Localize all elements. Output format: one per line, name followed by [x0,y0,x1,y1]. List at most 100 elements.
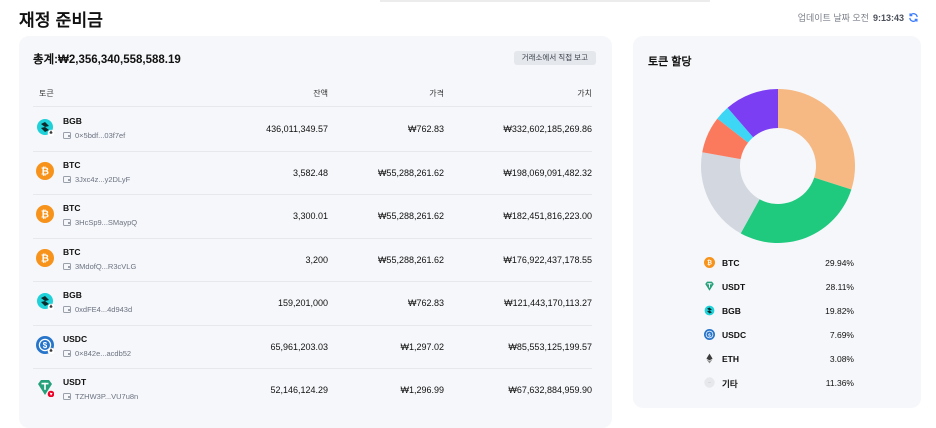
wallet-address-text: 0xdFE4...4d943d [75,305,133,314]
other-icon: ··· [704,377,715,388]
btc-icon: ₿ [36,205,54,223]
legend-item: ··· 기타 11.36% [704,374,854,398]
allocation-card: 토큰 할당 ₿ BTC 29.94% USDT 28.11% BGB 19.82% $ USDC… [633,36,921,408]
btc-icon: ₿ [36,248,54,267]
token-balance: 65,961,203.03 [270,341,328,352]
bgb-icon [37,293,54,310]
token-price: ₩1,296.99 [400,385,444,395]
svg-text:₿: ₿ [41,165,49,177]
wallet-address[interactable]: TZHW3P...VU7u8n [63,392,138,401]
table-row: BGB 0×5bdf...03f7ef 436,011,349.57 ₩762.83 ₩… [33,108,592,152]
token-value: ₩182,451,816,223.00 [503,211,592,221]
updated-label: 업데이트 날짜 오전 [797,13,869,23]
updated-time: 9:13:43 [872,12,904,23]
token-symbol: BGB [63,116,82,126]
col-price: 가격 [429,89,444,98]
usdt-icon [705,281,714,291]
token-price: ₩55,288,261.62 [377,254,444,265]
token-balance: 3,300.01 [292,211,328,221]
legend-token-pct: 29.94% [825,258,854,268]
allocation-donut-chart [701,89,855,243]
token-price: ₩1,297.02 [400,341,444,352]
wallet-address[interactable]: 3MdofQ...R3cVLG [63,262,136,271]
wallet-address-text: 3MdofQ...R3cVLG [75,261,137,271]
eth-icon [706,353,713,364]
wallet-icon [63,132,71,139]
token-value: ₩85,553,125,199.57 [508,341,592,352]
legend-token-pct: 3.08% [829,354,854,364]
donut-slice-usdt[interactable] [740,177,852,243]
token-symbol: BTC [63,246,81,257]
usdt-icon [38,380,54,397]
bgb-icon [37,119,54,136]
legend-item: ₿ BTC 29.94% [704,254,854,278]
table-row: ₿ BTC 3MdofQ...R3cVLG 3,200 ₩55,288,261.62 ₩1… [33,239,592,282]
token-balance: 3,200 [305,254,328,265]
legend-token-pct: 7.69% [829,330,854,340]
token-value: ₩176,922,437,178.55 [503,254,592,265]
wallet-icon [63,219,71,226]
svg-text:···: ··· [708,381,712,385]
reserves-table-body: BGB 0×5bdf...03f7ef 436,011,349.57 ₩762.83 ₩… [33,108,592,413]
wallet-address-text: 3HcSp9...SMaypQ [75,218,138,227]
wallet-icon [63,262,71,270]
page-title: 재정 준비금 [19,11,104,30]
wallet-address[interactable]: 3HcSp9...SMaypQ [63,218,137,227]
legend-item: ETH 3.08% [704,350,854,374]
wallet-address-text: 0×5bdf...03f7ef [75,131,126,140]
wallet-address-text: 0×842e...acdb52 [75,348,132,358]
legend-token-pct: 28.11% [825,282,854,292]
allocation-title: 토큰 할당 [648,56,692,68]
table-row: USDT TZHW3P...VU7u8n 52,146,124.29 ₩1,296.9… [33,369,592,413]
svg-text:₿: ₿ [41,209,49,221]
token-price: ₩762.83 [407,124,444,134]
legend-token-pct: 11.36% [825,378,854,388]
usdc-icon: $ [704,329,715,340]
token-price: ₩55,288,261.62 [377,211,444,221]
legend-token-name: USDT [722,282,746,292]
donut-slice-btc[interactable] [778,89,855,190]
refresh-icon[interactable] [908,12,919,23]
legend-token-name: BGB [722,306,741,316]
token-value: ₩332,602,185,269.86 [503,124,592,134]
total-reserves: 총계:₩2,356,340,558,588.19 [33,51,181,67]
legend-item: USDT 28.11% [704,278,854,302]
svg-text:$: $ [43,341,48,350]
table-header: 토큰 잔액 가격 가치 [33,79,592,107]
token-value: ₩121,443,170,113.27 [504,298,592,308]
reserves-card: 총계:₩2,356,340,558,588.19 거래소에서 직접 보고 토큰 … [19,36,612,428]
legend-token-name: BTC [722,258,740,268]
svg-text:$: $ [708,332,711,338]
table-row: ₿ BTC 3Jxc4z...y2DLyF 3,582.48 ₩55,288,261.6… [33,152,592,195]
wallet-address[interactable]: 0×842e...acdb52 [63,349,131,358]
token-balance: 3,582.48 [292,167,328,178]
token-balance: 159,201,000 [277,298,328,308]
table-row: $ USDC 0×842e...acdb52 65,961,203.03 ₩1,297.… [33,326,592,369]
legend-token-name: ETH [722,354,739,364]
allocation-legend: ₿ BTC 29.94% USDT 28.11% BGB 19.82% $ USDC 7.69% E… [704,254,854,398]
token-symbol: USDT [63,377,87,387]
table-row: BGB 0xdFE4...4d943d 159,201,000 ₩762.83 ₩121… [33,282,592,326]
wallet-address[interactable]: 0×5bdf...03f7ef [63,131,125,140]
view-on-exchange-button[interactable]: 거래소에서 직접 보고 [513,51,596,65]
token-balance: 436,011,349.57 [266,124,328,134]
token-price: ₩55,288,261.62 [377,167,444,178]
legend-token-name: USDC [722,330,747,340]
wallet-address[interactable]: 3Jxc4z...y2DLyF [63,175,130,184]
token-symbol: USDC [63,333,88,344]
updated-timestamp: 업데이트 날짜 오전 9:13:43 [798,11,919,24]
col-value: 가치 [577,89,592,98]
wallet-icon [63,349,71,357]
wallet-address[interactable]: 0xdFE4...4d943d [63,305,132,314]
btc-icon: ₿ [704,257,715,268]
token-symbol: BGB [63,290,82,300]
col-token: 토큰 [39,89,54,98]
token-value: ₩198,069,091,482.32 [503,167,592,178]
token-price: ₩762.83 [407,298,444,308]
bgb-icon [704,305,715,316]
table-row: ₿ BTC 3HcSp9...SMaypQ 3,300.01 ₩55,288,261.6… [33,195,592,239]
token-symbol: BTC [63,203,81,213]
token-symbol: BTC [63,159,81,170]
wallet-icon [63,306,71,313]
wallet-address-text: 3Jxc4z...y2DLyF [75,174,131,184]
